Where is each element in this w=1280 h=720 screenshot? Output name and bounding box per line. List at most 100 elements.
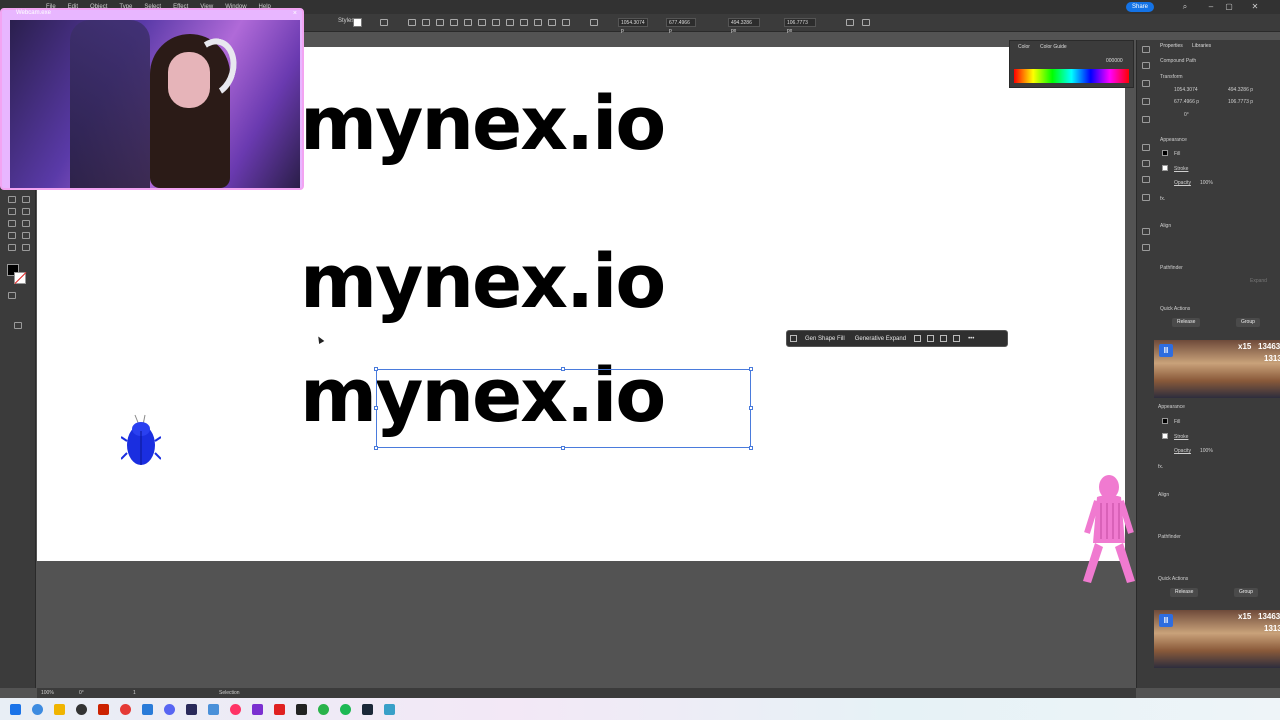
reference-point-icon[interactable] [590, 19, 598, 26]
handle-top-left[interactable] [374, 367, 378, 371]
more-icon[interactable]: ••• [963, 336, 979, 342]
shaper-tool-icon[interactable] [22, 208, 30, 215]
acrobat-icon[interactable] [98, 704, 109, 715]
style-swatch[interactable] [353, 18, 362, 27]
handle-top[interactable] [561, 367, 565, 371]
align-panel-icon[interactable] [1142, 228, 1150, 235]
discord-icon[interactable] [164, 704, 175, 715]
opacity-label-2[interactable]: Opacity [1174, 448, 1191, 454]
zoom-level[interactable]: 100% [41, 690, 54, 696]
transparency-panel-icon[interactable] [1142, 176, 1150, 183]
artboard-tool-icon[interactable] [8, 244, 16, 251]
h-field[interactable]: 106.7773 p [1228, 99, 1253, 105]
gradient-panel-icon[interactable] [1142, 160, 1150, 167]
opacity-label[interactable]: Opacity [1174, 180, 1191, 186]
distribute-space-icon[interactable] [534, 19, 542, 26]
distribute-space-v-icon[interactable] [548, 19, 556, 26]
fx-button[interactable]: fx. [1160, 196, 1165, 202]
search-icon[interactable]: ⌕ [1180, 2, 1190, 12]
recolor-icon[interactable] [380, 19, 388, 26]
align-left-icon[interactable] [408, 19, 416, 26]
vpn-icon[interactable] [252, 704, 263, 715]
app-icon-4[interactable] [296, 704, 307, 715]
handle-right[interactable] [749, 406, 753, 410]
y-field[interactable]: 677.4966 p [666, 18, 696, 34]
align-top-icon[interactable] [450, 19, 458, 26]
align-bottom-icon[interactable] [478, 19, 486, 26]
screen-mode-icon[interactable] [14, 322, 22, 329]
release-button[interactable]: Release [1172, 318, 1201, 327]
hand-tool-icon[interactable] [22, 232, 30, 239]
fill-icon[interactable] [940, 335, 948, 342]
opera-icon[interactable] [230, 704, 241, 715]
group-button-2[interactable]: Group [1234, 588, 1258, 597]
spotify-icon[interactable] [340, 704, 351, 715]
layers-panel-icon[interactable] [1142, 62, 1150, 69]
stroke-color-swatch-2[interactable] [1162, 433, 1168, 439]
fill-color-swatch-2[interactable] [1162, 418, 1168, 424]
tab-color-guide[interactable]: Color Guide [1040, 44, 1067, 50]
app-icon-2[interactable] [208, 704, 219, 715]
hex-value[interactable]: 000000 [1106, 58, 1123, 64]
selection-bounding-box[interactable] [374, 367, 753, 450]
opacity-value[interactable]: 100% [1200, 180, 1213, 186]
tab-color[interactable]: Color [1018, 44, 1030, 50]
handle-bottom-left[interactable] [374, 446, 378, 450]
gen-shape-fill-button[interactable]: Gen Shape Fill [800, 336, 850, 342]
width-field[interactable]: 494.3286 px [728, 18, 760, 34]
handle-bottom[interactable] [561, 446, 565, 450]
logo-text-2[interactable]: mynex.io [300, 245, 666, 319]
distribute-v-icon[interactable] [520, 19, 528, 26]
eyedropper-tool-icon[interactable] [8, 232, 16, 239]
artboard-number[interactable]: 1 [133, 690, 136, 696]
drag-handle-icon[interactable] [790, 335, 797, 342]
swatches-panel-icon[interactable] [1142, 98, 1150, 105]
eraser-tool-icon[interactable] [8, 220, 16, 227]
height-field[interactable]: 106.7773 px [784, 18, 816, 34]
stroke-label[interactable]: Stroke [1174, 166, 1188, 172]
pathfinder-panel-icon[interactable] [1142, 244, 1150, 251]
align-icon[interactable] [927, 335, 935, 342]
group-button[interactable]: Group [1236, 318, 1260, 327]
pen-tool-icon[interactable] [8, 196, 16, 203]
appearance-panel-icon[interactable] [1142, 194, 1150, 201]
app-icon-6[interactable] [384, 704, 395, 715]
generative-expand-button[interactable]: Generative Expand [850, 336, 911, 342]
close-icon[interactable]: ✕ [1250, 2, 1260, 12]
edge-icon[interactable] [32, 704, 43, 715]
rotate-view[interactable]: 0° [79, 690, 84, 696]
distribute-icon[interactable] [492, 19, 500, 26]
obs-icon[interactable] [76, 704, 87, 715]
brush-tool-icon[interactable] [8, 208, 16, 215]
handle-left[interactable] [374, 406, 378, 410]
steam-icon[interactable] [362, 704, 373, 715]
fx-button-2[interactable]: fx. [1158, 464, 1163, 470]
align-to-icon[interactable] [562, 19, 570, 26]
minimize-icon[interactable]: – [1206, 2, 1216, 12]
libraries-panel-icon[interactable] [1142, 80, 1150, 87]
stroke-label-2[interactable]: Stroke [1174, 434, 1188, 440]
curvature-tool-icon[interactable] [22, 196, 30, 203]
release-button-2[interactable]: Release [1170, 588, 1199, 597]
fill-color-swatch[interactable] [1162, 150, 1168, 156]
after-effects-icon[interactable] [186, 704, 197, 715]
align-right-icon[interactable] [436, 19, 444, 26]
y-field[interactable]: 677.4966 p [1174, 99, 1199, 105]
zoom-tool-icon[interactable] [22, 244, 30, 251]
app-icon-1[interactable] [142, 704, 153, 715]
transform-icon[interactable] [846, 19, 854, 26]
w-field[interactable]: 494.3286 p [1228, 87, 1253, 93]
angle-field[interactable]: 0° [1184, 112, 1189, 118]
brushes-panel-icon[interactable] [1142, 116, 1150, 123]
stroke-color-swatch[interactable] [1162, 165, 1168, 171]
handle-top-right[interactable] [749, 367, 753, 371]
app-icon-3[interactable] [274, 704, 285, 715]
chrome-icon[interactable] [120, 704, 131, 715]
align-center-icon[interactable] [422, 19, 430, 26]
x-field[interactable]: 1054.3074 p [618, 18, 648, 34]
maximize-icon[interactable]: ▢ [1224, 2, 1234, 12]
align-middle-icon[interactable] [464, 19, 472, 26]
distribute-h-icon[interactable] [506, 19, 514, 26]
tab-properties[interactable]: Properties [1160, 43, 1183, 49]
pause-icon[interactable]: II [1159, 344, 1173, 357]
